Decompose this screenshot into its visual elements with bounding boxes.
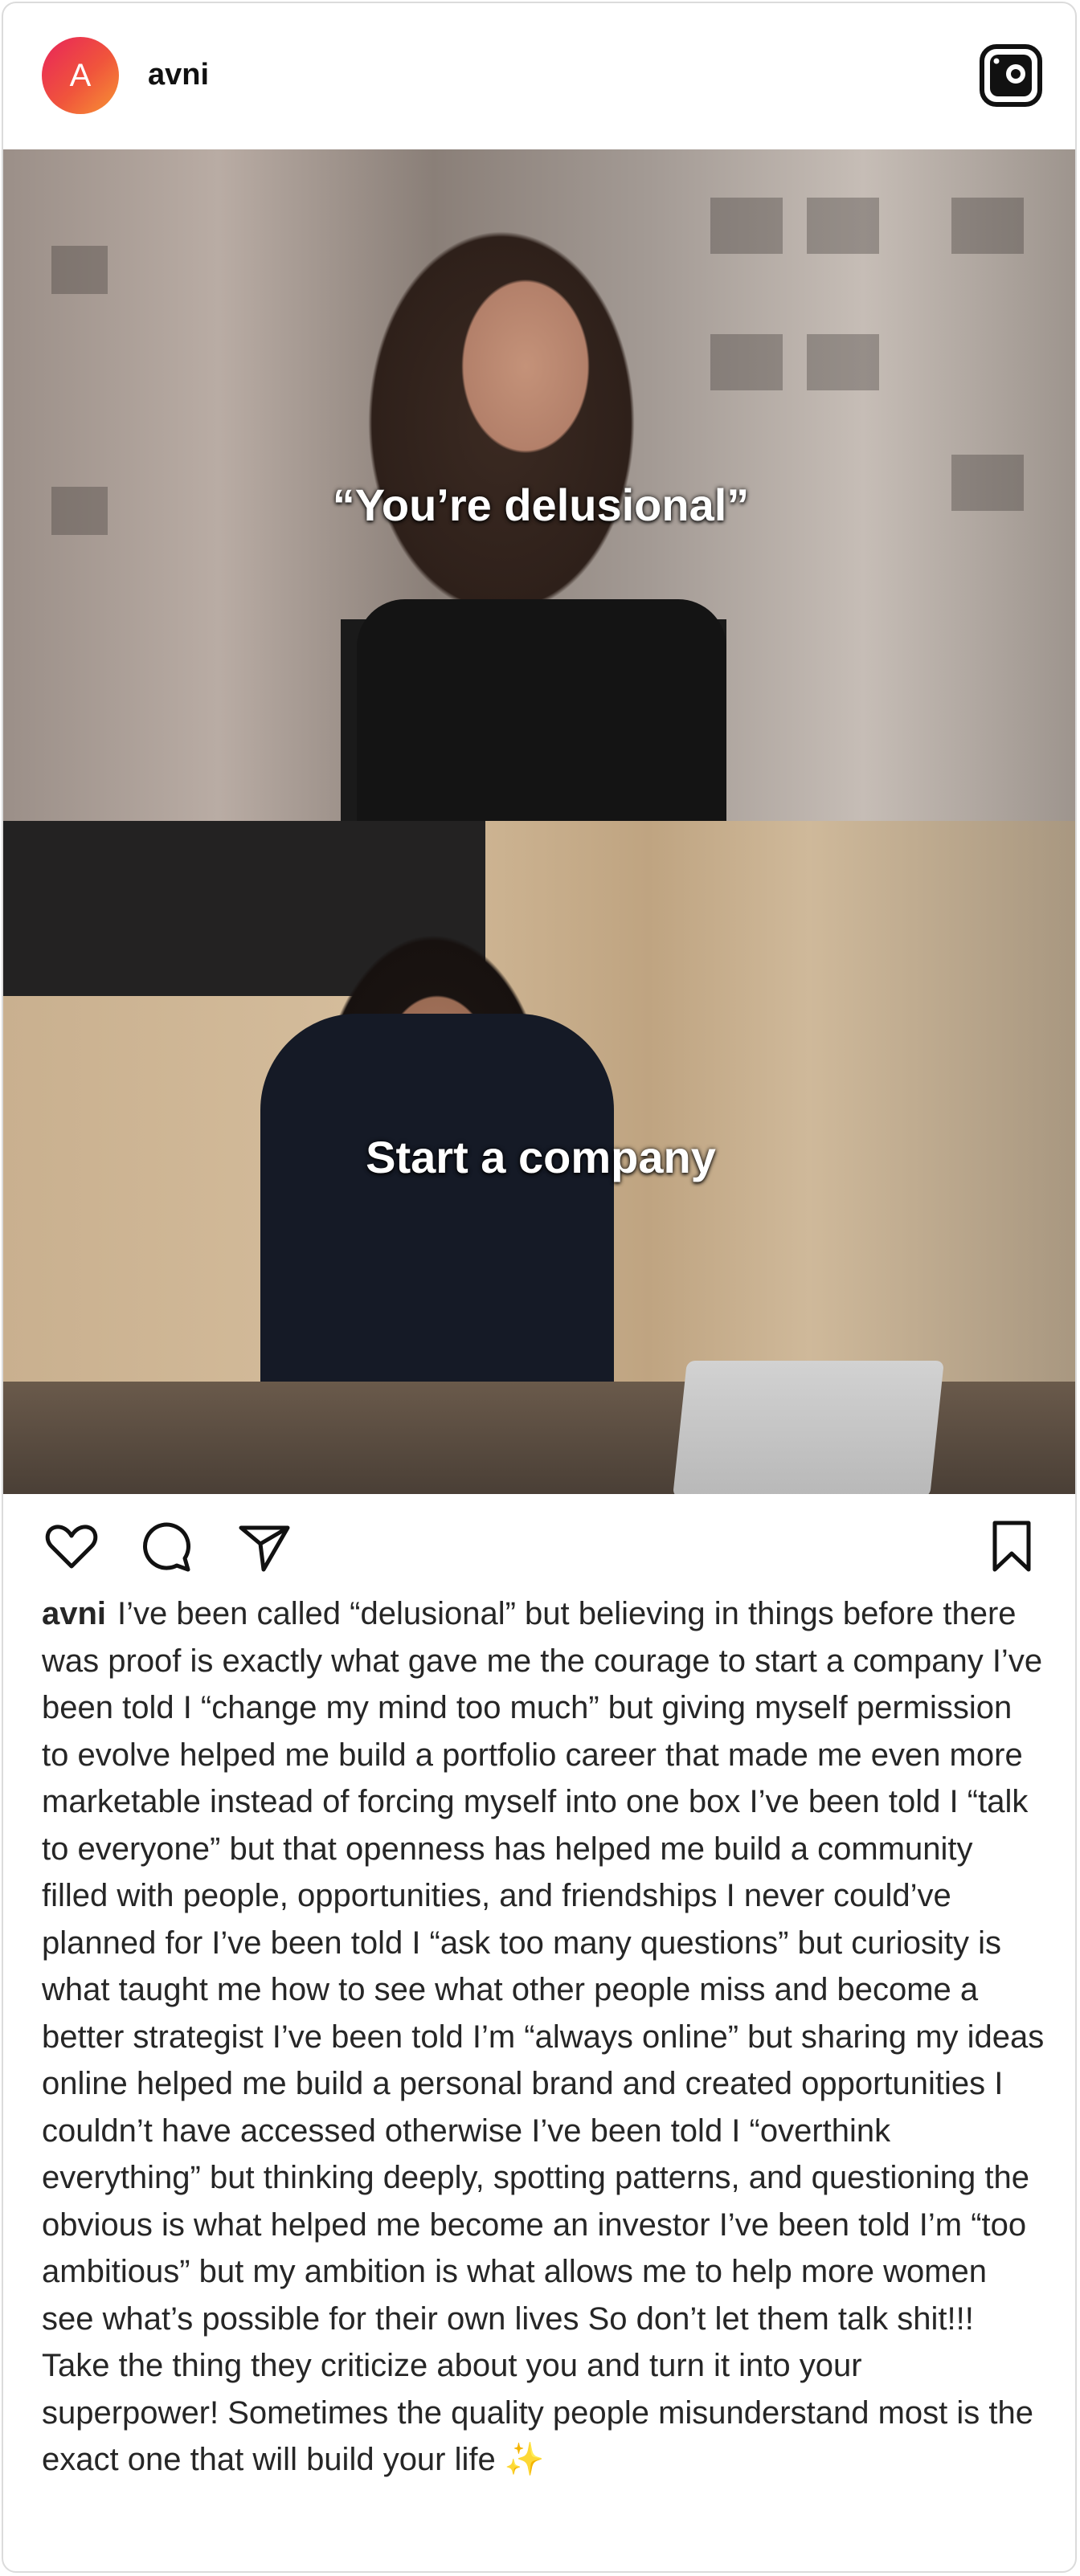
bookmark-icon[interactable] <box>984 1518 1040 1574</box>
caption-text: I’ve been called “delusional” but believ… <box>42 1596 1045 2477</box>
post-username[interactable]: avni <box>148 58 209 92</box>
post-image-1[interactable]: “You’re delusional” <box>3 149 1075 821</box>
black-top <box>357 599 726 821</box>
avatar[interactable]: A <box>42 37 119 114</box>
comment-icon[interactable] <box>138 1518 194 1574</box>
post-caption: avni I’ve been called “delusional” but be… <box>42 1590 1046 2484</box>
post-header: A avni <box>3 3 1075 148</box>
instagram-logo-icon[interactable] <box>979 43 1043 108</box>
caption-username[interactable]: avni <box>42 1596 106 1631</box>
post-actions <box>3 1494 1075 1598</box>
instagram-post-card: A avni “You’re delusional” Start a compa… <box>2 2 1077 2573</box>
heart-icon[interactable] <box>43 1518 100 1574</box>
post-image-2[interactable]: Start a company <box>3 821 1075 1494</box>
send-icon[interactable] <box>236 1518 292 1574</box>
image-2-overlay-text: Start a company <box>366 1132 716 1182</box>
image-1-overlay-text: “You’re delusional” <box>332 480 750 530</box>
avatar-letter: A <box>69 57 92 93</box>
laptop <box>673 1361 944 1494</box>
